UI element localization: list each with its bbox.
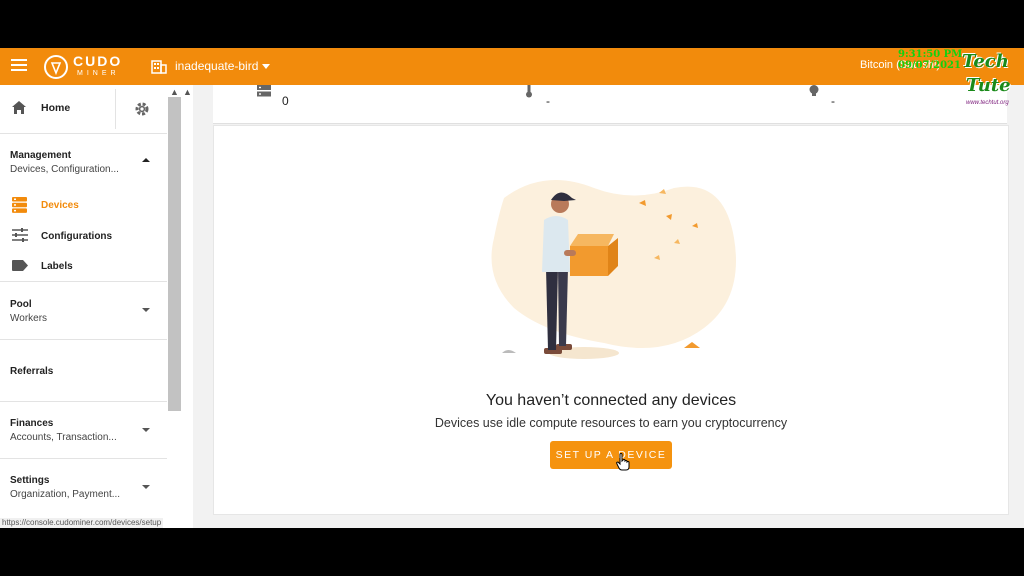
home-icon (12, 101, 26, 114)
scrollbar-thumb[interactable] (168, 97, 181, 411)
sidebar-nav: Home Management Devices, Configuration..… (0, 85, 167, 528)
chevron-down-icon (142, 485, 150, 489)
sidebar-item-devices[interactable]: Devices (0, 192, 167, 218)
chevron-down-icon (142, 308, 150, 312)
logo-line-1: Tech (962, 51, 1009, 72)
divider (115, 89, 116, 129)
status-bar-url: https://console.cudominer.com/devices/se… (0, 518, 164, 528)
power-value: - (831, 94, 835, 108)
chevron-up-icon (142, 158, 150, 162)
cudo-miner-logo[interactable]: CUDO MINER (43, 53, 123, 81)
logo-line-2: Tute (966, 75, 1011, 96)
device-count: 0 (282, 94, 289, 108)
sidebar-item-label: Referrals (10, 366, 54, 377)
server-icon (257, 85, 271, 97)
letterbox-top (0, 0, 1024, 48)
chevron-down-icon (142, 428, 150, 432)
group-subtitle: Workers (10, 313, 48, 324)
lightbulb-icon (809, 85, 819, 96)
sidebar-group-management[interactable]: Management Devices, Configuration... (0, 134, 167, 184)
label-icon (12, 260, 28, 271)
org-dropdown-icon[interactable] (262, 64, 270, 69)
group-subtitle: Accounts, Transaction... (10, 432, 117, 443)
empty-state-title: You haven’t connected any devices (485, 392, 737, 409)
sidebar-item-configurations[interactable]: Configurations (0, 223, 167, 249)
group-title: Settings (10, 475, 50, 486)
brand-subtitle: MINER (77, 70, 120, 77)
group-title: Pool (10, 299, 32, 310)
sidebar-group-settings[interactable]: Settings Organization, Payment... (0, 459, 167, 515)
group-subtitle: Devices, Configuration... (10, 164, 119, 175)
sidebar-group-pool[interactable]: Pool Workers (0, 282, 167, 338)
sidebar-item-referrals[interactable]: Referrals (0, 340, 167, 400)
group-subtitle: Organization, Payment... (10, 489, 121, 500)
devices-icon (12, 197, 27, 213)
top-app-bar: CUDO MINER inadequate-bird Bitcoin (Sato… (0, 48, 1024, 85)
hand-pointer-cursor-icon (616, 453, 630, 471)
scroll-up-icon[interactable]: ▲ (170, 87, 179, 97)
device-stats-card: 0 - - (213, 85, 1007, 124)
logo-mark-icon (44, 55, 68, 79)
scroll-up-icon[interactable]: ▲ (183, 87, 192, 97)
group-title: Management (10, 150, 72, 161)
sidebar-item-label: Configurations (41, 231, 113, 242)
building-icon (151, 60, 167, 74)
thermometer-icon (526, 85, 532, 98)
hamburger-menu-icon[interactable] (11, 59, 27, 73)
sliders-icon (12, 228, 28, 242)
temperature-value: - (546, 94, 550, 108)
letterbox-bottom (0, 528, 1024, 576)
set-up-device-button[interactable]: SET UP A DEVICE (550, 441, 672, 469)
sidebar-item-label: Home (41, 102, 71, 114)
sidebar-item-label: Devices (41, 200, 79, 211)
gear-icon[interactable] (133, 100, 151, 118)
techtute-watermark-logo: Tech Tute (962, 51, 1011, 96)
sidebar: Home Management Devices, Configuration..… (0, 85, 193, 528)
watermark-site: www.techtut.org (966, 100, 1009, 106)
delivery-person-illustration (491, 180, 736, 359)
empty-devices-card: You haven’t connected any devices Device… (213, 125, 1009, 515)
sidebar-item-label: Labels (41, 261, 73, 272)
organization-name[interactable]: inadequate-bird (175, 59, 258, 73)
app-window: CUDO MINER inadequate-bird Bitcoin (Sato… (0, 48, 1024, 528)
sidebar-group-finances[interactable]: Finances Accounts, Transaction... (0, 402, 167, 458)
empty-state-subtitle: Devices use idle compute resources to ea… (434, 416, 788, 430)
brand-name: CUDO (73, 53, 123, 69)
main-content: 0 - - You haven’t connected any devices … (193, 85, 1024, 528)
sidebar-item-labels[interactable]: Labels (0, 253, 167, 279)
group-title: Finances (10, 418, 54, 429)
